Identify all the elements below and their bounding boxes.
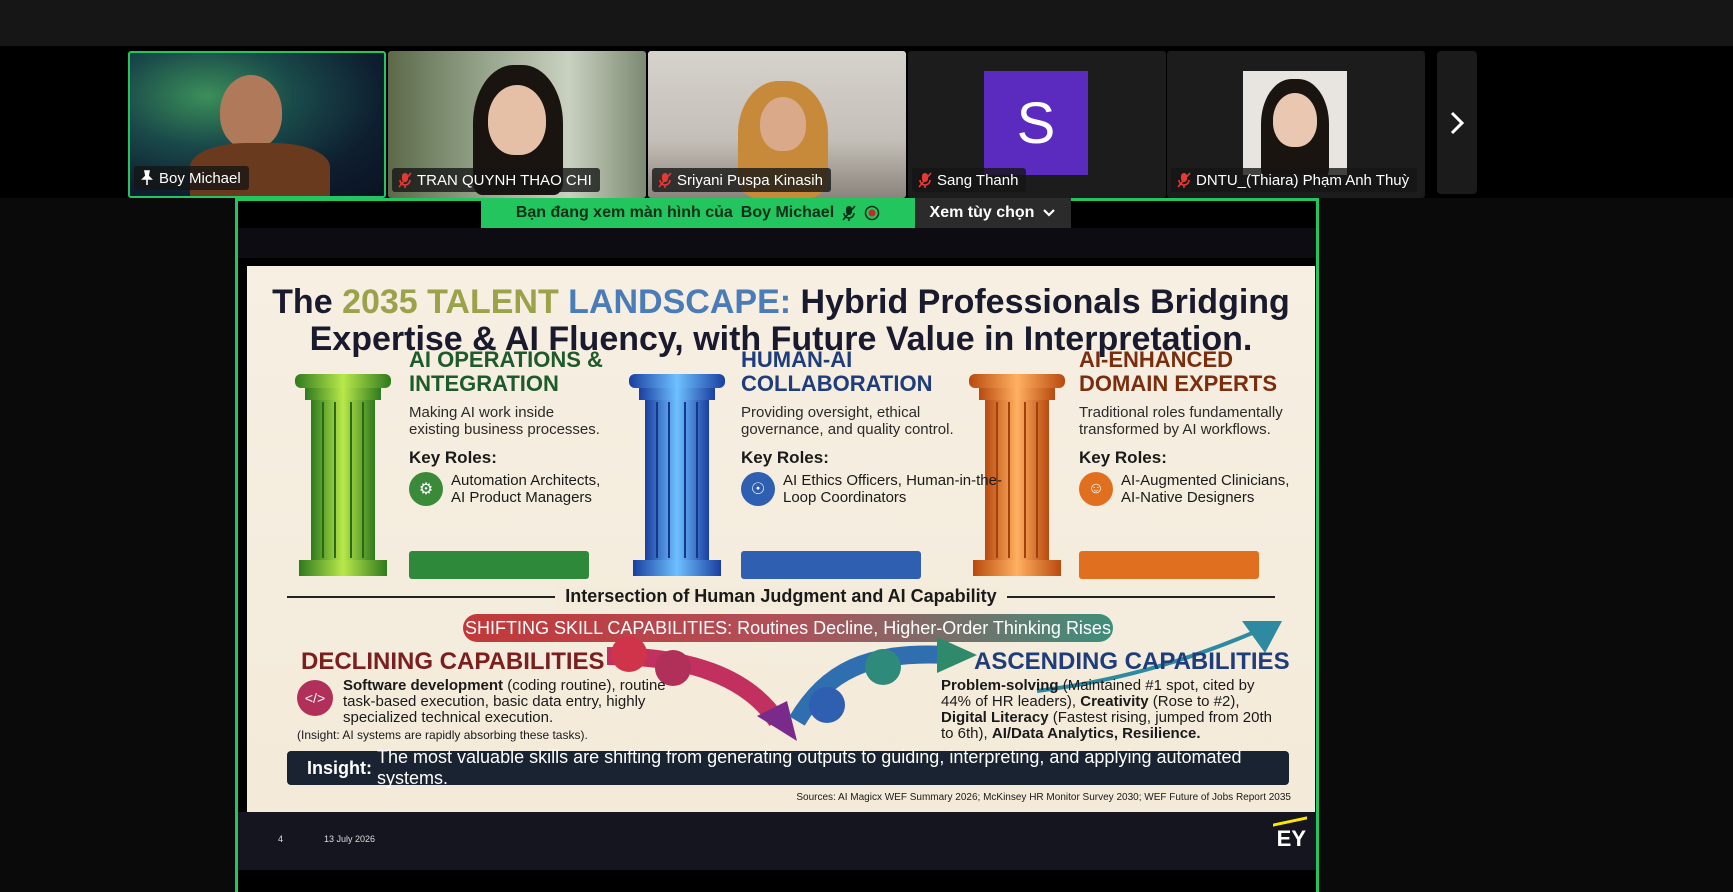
column-human-ai: HUMAN-AI COLLABORATION Providing oversig… xyxy=(741,348,1061,506)
participant-name: DNTU_(Thiara) Phạm Anh Thuỳ xyxy=(1196,171,1410,189)
pillar-green-icon xyxy=(295,374,391,576)
participant-nametag: Sang Thanh xyxy=(912,168,1027,192)
column-base-green xyxy=(409,551,589,579)
share-banner: Bạn đang xem màn hình của Boy Michael xyxy=(481,198,915,228)
code-monitor-icon: </> xyxy=(297,680,333,716)
share-banner-text: Bạn đang xem màn hình của xyxy=(515,204,733,221)
role-row: ⚙ Automation Architects, AI Product Mana… xyxy=(409,472,729,506)
mic-muted-icon xyxy=(918,172,932,188)
participant-nametag: Sriyani Puspa Kinasih xyxy=(652,168,831,192)
participant-tile-3[interactable]: Sriyani Puspa Kinasih xyxy=(648,51,906,198)
column-heading: HUMAN-AI COLLABORATION xyxy=(741,347,933,396)
person-icon: ☺ xyxy=(1079,472,1113,506)
key-roles-label: Key Roles: xyxy=(409,448,497,467)
ey-logo: EY xyxy=(1276,826,1306,851)
slide-date: 13 July 2026 xyxy=(324,834,376,844)
column-heading: AI-ENHANCED DOMAIN EXPERTS xyxy=(1079,347,1278,396)
participant-name: Sang Thanh xyxy=(937,171,1019,189)
avatar: S xyxy=(984,71,1088,175)
mic-muted-icon xyxy=(658,172,672,188)
next-participants-button[interactable] xyxy=(1437,51,1477,194)
slide-top-area xyxy=(238,228,1316,258)
participant-tile-5[interactable]: DNTU_(Thiara) Phạm Anh Thuỳ xyxy=(1167,51,1425,198)
participant-tile-2[interactable]: TRAN QUYNH THAO CHI xyxy=(388,51,646,198)
column-desc: Making AI work inside existing business … xyxy=(409,404,600,438)
participant-video xyxy=(1243,71,1347,175)
roles-text: AI Ethics Officers, Human-in-the-Loop Co… xyxy=(783,472,1002,506)
meeting-window: Boy Michael TRAN QUYNH THAO CHI Sriyani … xyxy=(0,0,1733,892)
column-base-orange xyxy=(1079,551,1259,579)
ascending-body: Problem-solving (Maintained #1 spot, cit… xyxy=(941,677,1272,742)
ascending-heading: ASCENDING CAPABILITIES xyxy=(974,648,1290,675)
slide-page-number: 4 xyxy=(278,834,284,844)
insight-bar: Insight: The most valuable skills are sh… xyxy=(287,747,1289,788)
column-desc: Providing oversight, ethical governance,… xyxy=(741,404,954,438)
presentation-slide: The 2035 TALENT LANDSCAPE: Hybrid Profes… xyxy=(247,266,1315,812)
participant-video xyxy=(220,75,282,149)
top-bar xyxy=(0,0,1733,46)
sources-text: Sources: AI Magicx WEF Summary 2026; McK… xyxy=(796,792,1291,803)
role-row: ☺ AI-Augmented Clinicians, AI-Native Des… xyxy=(1079,472,1315,506)
slide-footer: 4 13 July 2026 EY xyxy=(238,812,1316,870)
brain-icon: ☉ xyxy=(741,472,775,506)
roles-text: Automation Architects, AI Product Manage… xyxy=(451,472,601,506)
column-domain-experts: AI-ENHANCED DOMAIN EXPERTS Traditional r… xyxy=(1079,348,1315,506)
record-icon xyxy=(864,205,880,221)
participant-tile-1[interactable]: Boy Michael xyxy=(128,51,386,198)
participant-tile-4[interactable]: S Sang Thanh xyxy=(908,51,1166,198)
participant-name: Boy Michael xyxy=(159,169,241,187)
mic-muted-icon xyxy=(842,205,856,221)
roles-text: AI-Augmented Clinicians, AI-Native Desig… xyxy=(1121,472,1290,506)
chevron-right-icon xyxy=(1450,111,1465,134)
participant-nametag: Boy Michael xyxy=(134,166,249,190)
view-options-button[interactable]: Xem tùy chọn xyxy=(915,198,1071,228)
participant-video xyxy=(488,85,546,155)
participant-nametag: DNTU_(Thiara) Phạm Anh Thuỳ xyxy=(1171,168,1418,192)
role-row: ☉ AI Ethics Officers, Human-in-the-Loop … xyxy=(741,472,1061,506)
participant-video xyxy=(760,97,806,151)
column-heading: AI OPERATIONS & INTEGRATION xyxy=(409,347,603,396)
declining-insight: (Insight: AI systems are rapidly absorbi… xyxy=(297,728,588,742)
pin-icon xyxy=(141,170,153,185)
key-roles-label: Key Roles: xyxy=(741,448,829,467)
declining-body: Software development (coding routine), r… xyxy=(343,677,666,726)
chevron-down-icon xyxy=(1043,209,1056,217)
mic-muted-icon xyxy=(398,172,412,188)
intersection-label: Intersection of Human Judgment and AI Ca… xyxy=(247,586,1315,607)
share-banner-presenter: Boy Michael xyxy=(740,204,835,221)
participant-nametag: TRAN QUYNH THAO CHI xyxy=(392,168,600,192)
key-roles-label: Key Roles: xyxy=(1079,448,1167,467)
participant-name: Sriyani Puspa Kinasih xyxy=(677,171,823,189)
column-base-blue xyxy=(741,551,921,579)
declining-heading: DECLINING CAPABILITIES xyxy=(301,648,605,675)
view-options-label: Xem tùy chọn xyxy=(929,204,1035,221)
mic-muted-icon xyxy=(1177,172,1191,188)
gear-people-icon: ⚙ xyxy=(409,472,443,506)
column-desc: Traditional roles fundamentally transfor… xyxy=(1079,404,1283,438)
column-ai-operations: AI OPERATIONS & INTEGRATION Making AI wo… xyxy=(409,348,729,506)
participant-name: TRAN QUYNH THAO CHI xyxy=(417,171,592,189)
